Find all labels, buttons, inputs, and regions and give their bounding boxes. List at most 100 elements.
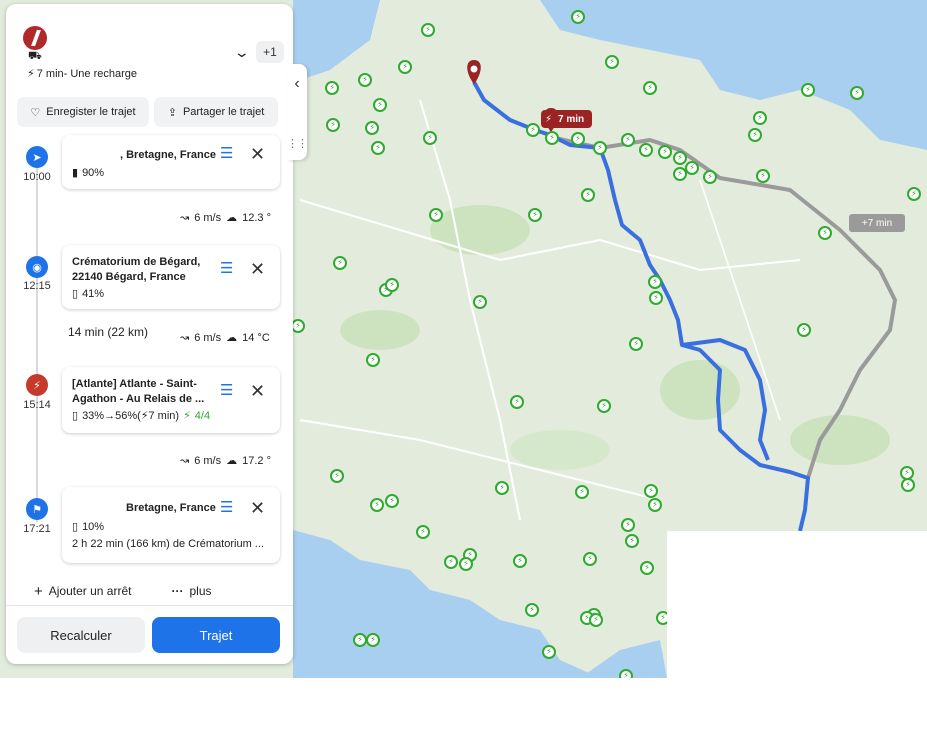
close-icon[interactable]: ✕ — [250, 145, 265, 163]
charging-stop-pin-label[interactable]: ⚡ 7 min — [541, 110, 593, 128]
charger-marker-icon[interactable]: ⚡ — [333, 256, 347, 270]
route-header[interactable]: ⛟ ⚡ 7 min- Une recharge ⌄ +1 — [20, 24, 284, 84]
divider — [6, 605, 293, 606]
charger-marker-icon[interactable]: ⚡ — [326, 118, 340, 132]
close-icon[interactable]: ✕ — [250, 260, 265, 278]
route-button[interactable]: Trajet — [152, 617, 280, 653]
charger-marker-icon[interactable]: ⚡ — [643, 81, 657, 95]
stop-card-charging[interactable]: [Atlante] Atlante - Saint- Agathon - Au … — [62, 367, 280, 433]
charger-marker-icon[interactable]: ⚡ — [685, 161, 699, 175]
finish-flag-icon: ⚑ — [26, 498, 48, 520]
charger-marker-icon[interactable]: ⚡ — [525, 603, 539, 617]
charger-marker-icon[interactable]: ⚡ — [756, 169, 770, 183]
charger-marker-icon[interactable]: ⚡ — [325, 81, 339, 95]
charger-marker-icon[interactable]: ⚡ — [385, 278, 399, 292]
more-link[interactable]: ··· plus — [171, 582, 211, 600]
charger-marker-icon[interactable]: ⚡ — [575, 485, 589, 499]
charger-marker-icon[interactable]: ⚡ — [629, 337, 643, 351]
charger-marker-icon[interactable]: ⚡ — [353, 633, 367, 647]
charger-marker-icon[interactable]: ⚡ — [473, 295, 487, 309]
charger-marker-icon[interactable]: ⚡ — [797, 323, 811, 337]
charger-marker-icon[interactable]: ⚡ — [703, 170, 717, 184]
stop-charge-info: ▯ 33%→56%( ⚡ 7 min) ⚡ 4/4 — [72, 409, 211, 423]
charger-marker-icon[interactable]: ⚡ — [513, 554, 527, 568]
close-icon[interactable]: ✕ — [250, 382, 265, 400]
charger-marker-icon[interactable]: ⚡ — [291, 319, 305, 333]
charger-marker-icon[interactable]: ⚡ — [639, 143, 653, 157]
charger-marker-icon[interactable]: ⚡ — [901, 478, 915, 492]
charger-marker-icon[interactable]: ⚡ — [619, 669, 633, 678]
charger-marker-icon[interactable]: ⚡ — [545, 131, 559, 145]
charger-marker-icon[interactable]: ⚡ — [366, 633, 380, 647]
adjust-icon[interactable]: ☰ — [220, 500, 238, 515]
charger-marker-icon[interactable]: ⚡ — [625, 534, 639, 548]
charger-marker-icon[interactable]: ⚡ — [644, 484, 658, 498]
charger-marker-icon[interactable]: ⚡ — [571, 132, 585, 146]
stop-card-waypoint[interactable]: Crématorium de Bégard, 22140 Bégard, Fra… — [62, 245, 280, 309]
stop-title-line1: [Atlante] Atlante - Saint- — [72, 378, 197, 390]
add-stop-link[interactable]: + Ajouter un arrêt — [34, 582, 131, 600]
charger-marker-icon[interactable]: ⚡ — [648, 498, 662, 512]
recalculate-button[interactable]: Recalculer — [17, 617, 145, 653]
charger-marker-icon[interactable]: ⚡ — [621, 133, 635, 147]
charger-marker-icon[interactable]: ⚡ — [593, 141, 607, 155]
charger-marker-icon[interactable]: ⚡ — [429, 208, 443, 222]
extra-vehicles-badge[interactable]: +1 — [256, 41, 284, 63]
charger-marker-icon[interactable]: ⚡ — [640, 561, 654, 575]
timeline-line — [36, 162, 38, 522]
alternative-route-label[interactable]: +7 min — [849, 214, 905, 232]
save-route-button[interactable]: ♡ Enregister le trajet — [17, 97, 149, 127]
charger-marker-icon[interactable]: ⚡ — [542, 645, 556, 659]
charger-marker-icon[interactable]: ⚡ — [673, 151, 687, 165]
charger-marker-icon[interactable]: ⚡ — [330, 469, 344, 483]
charger-marker-icon[interactable]: ⚡ — [748, 128, 762, 142]
charger-marker-icon[interactable]: ⚡ — [398, 60, 412, 74]
charger-marker-icon[interactable]: ⚡ — [421, 23, 435, 37]
charger-marker-icon[interactable]: ⚡ — [658, 145, 672, 159]
charger-marker-icon[interactable]: ⚡ — [365, 121, 379, 135]
charger-marker-icon[interactable]: ⚡ — [385, 494, 399, 508]
adjust-icon[interactable]: ☰ — [220, 146, 238, 161]
app-root: ⚡ 7 min +7 min ⚡ ⚡ ⚡ ⚡ ⚡ ⚡ ⚡ ⚡ ⚡ ⚡ ⚡ ⚡ ⚡ ⚡ ⚡ ⚡ ⚡ ⚡ ⚡ ⚡ ⚡ ⚡ ⚡ ⚡ ⚡… — [0, 0, 927, 750]
drag-handle-icon[interactable]: ⋮⋮ — [287, 139, 308, 150]
charger-marker-icon[interactable]: ⚡ — [907, 187, 921, 201]
charger-marker-icon[interactable]: ⚡ — [510, 395, 524, 409]
charger-marker-icon[interactable]: ⚡ — [583, 552, 597, 566]
charger-marker-icon[interactable]: ⚡ — [621, 518, 635, 532]
chevron-down-icon[interactable]: ⌄ — [234, 44, 250, 61]
charger-marker-icon[interactable]: ⚡ — [416, 525, 430, 539]
charger-marker-icon[interactable]: ⚡ — [597, 399, 611, 413]
charger-marker-icon[interactable]: ⚡ — [648, 275, 662, 289]
plus-icon: + — [34, 582, 43, 600]
charger-marker-icon[interactable]: ⚡ — [673, 167, 687, 181]
charger-marker-icon[interactable]: ⚡ — [581, 188, 595, 202]
panel-collapse-tab[interactable]: ‹ ⋮⋮ — [287, 64, 308, 160]
close-icon[interactable]: ✕ — [250, 499, 265, 517]
charger-marker-icon[interactable]: ⚡ — [423, 131, 437, 145]
chevron-left-icon[interactable]: ‹ — [294, 76, 299, 92]
charger-marker-icon[interactable]: ⚡ — [818, 226, 832, 240]
charger-marker-icon[interactable]: ⚡ — [459, 557, 473, 571]
charger-marker-icon[interactable]: ⚡ — [371, 141, 385, 155]
charger-marker-icon[interactable]: ⚡ — [526, 123, 540, 137]
charger-marker-icon[interactable]: ⚡ — [605, 55, 619, 69]
charger-marker-icon[interactable]: ⚡ — [753, 111, 767, 125]
charger-marker-icon[interactable]: ⚡ — [801, 83, 815, 97]
charger-marker-icon[interactable]: ⚡ — [850, 86, 864, 100]
charger-marker-icon[interactable]: ⚡ — [373, 98, 387, 112]
charger-marker-icon[interactable]: ⚡ — [366, 353, 380, 367]
charger-marker-icon[interactable]: ⚡ — [495, 481, 509, 495]
charger-marker-icon[interactable]: ⚡ — [589, 613, 603, 627]
stop-card-start[interactable]: , Bretagne, France ▮ 90% ☰ ✕ — [62, 135, 280, 189]
stop-card-destination[interactable]: Bretagne, France ▯ 10% 2 h 22 min (166 k… — [62, 487, 280, 563]
charger-marker-icon[interactable]: ⚡ — [528, 208, 542, 222]
charger-marker-icon[interactable]: ⚡ — [370, 498, 384, 512]
adjust-icon[interactable]: ☰ — [220, 383, 238, 398]
share-route-button[interactable]: ⇪ Partager le trajet — [154, 97, 278, 127]
adjust-icon[interactable]: ☰ — [220, 261, 238, 276]
charger-marker-icon[interactable]: ⚡ — [571, 10, 585, 24]
route-summary: ⚡ 7 min- Une recharge — [27, 67, 138, 81]
charger-marker-icon[interactable]: ⚡ — [358, 73, 372, 87]
charger-marker-icon[interactable]: ⚡ — [444, 555, 458, 569]
charger-marker-icon[interactable]: ⚡ — [649, 291, 663, 305]
